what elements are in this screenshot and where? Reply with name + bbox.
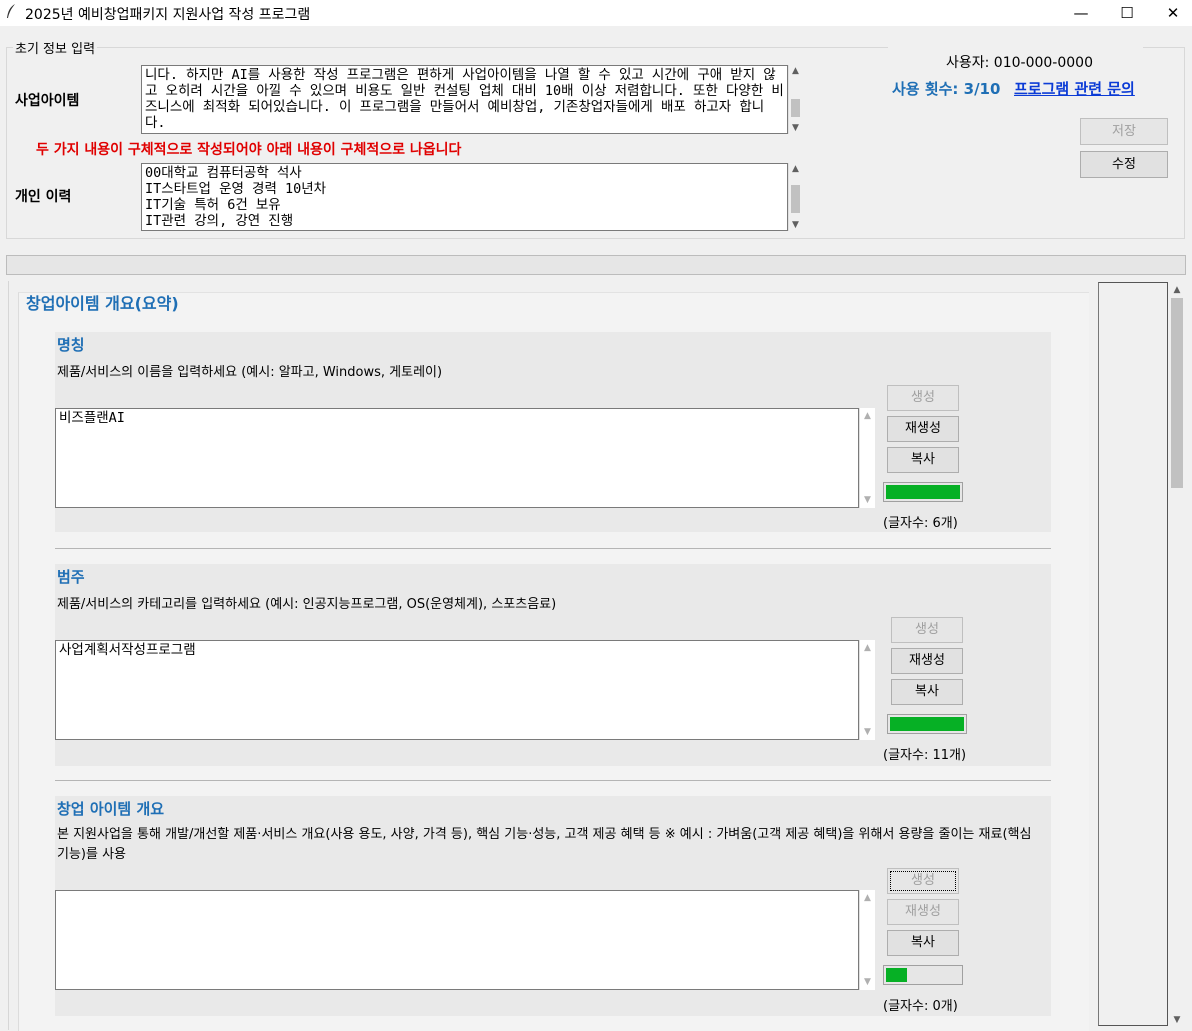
resume-text: 00대학교 컴퓨터공학 석사 IT스타트업 운영 경력 10년차 IT기술 특허… [145, 165, 327, 229]
close-button[interactable]: ✕ [1150, 0, 1192, 26]
window-title: 2025년 예비창업패키지 지원사업 작성 프로그램 [25, 7, 311, 23]
card-overview-textarea[interactable] [55, 890, 859, 990]
card-category-generate-button[interactable]: 생성 [891, 617, 963, 643]
scroll-down-arrow-icon[interactable]: ▼ [860, 976, 875, 988]
scroll-up-arrow-icon[interactable]: ▲ [860, 410, 875, 422]
business-item-textarea[interactable]: 니다. 하지만 AI를 사용한 작성 프로그램은 편하게 사업아이템을 나열 할… [141, 65, 788, 134]
card-category-desc: 제품/서비스의 카테고리를 입력하세요 (예시: 인공지능프로그램, OS(운영… [57, 597, 557, 612]
maximize-button[interactable]: ☐ [1104, 0, 1150, 26]
card-name-scrollbar[interactable]: ▲ ▼ [859, 408, 875, 508]
scroll-up-arrow-icon[interactable]: ▲ [789, 163, 802, 175]
business-item-text: 니다. 하지만 AI를 사용한 작성 프로그램은 편하게 사업아이템을 나열 할… [145, 67, 784, 131]
minimize-button[interactable]: — [1058, 0, 1104, 26]
progress-strip [6, 255, 1186, 275]
card-name-desc: 제품/서비스의 이름을 입력하세요 (예시: 알파고, Windows, 게토레… [57, 365, 443, 380]
resume-scrollbar[interactable]: ▲ ▼ [788, 163, 802, 231]
divider [55, 780, 1051, 781]
scroll-up-arrow-icon[interactable]: ▲ [789, 65, 802, 77]
scroll-up-arrow-icon[interactable]: ▲ [1168, 284, 1186, 296]
resume-textarea[interactable]: 00대학교 컴퓨터공학 석사 IT스타트업 운영 경력 10년차 IT기술 특허… [141, 163, 788, 231]
resume-label: 개인 이력 [15, 189, 72, 205]
card-overview-progress-fill [886, 968, 907, 982]
card-category-title: 범주 [57, 568, 85, 586]
scroll-down-arrow-icon[interactable]: ▼ [789, 219, 802, 231]
scroll-up-arrow-icon[interactable]: ▲ [860, 892, 875, 904]
card-overview-scrollbar[interactable]: ▲ ▼ [859, 890, 875, 990]
card-name-progress [883, 482, 963, 502]
business-item-scrollbar[interactable]: ▲ ▼ [788, 65, 802, 134]
feather-icon [6, 3, 16, 23]
group-legend: 초기 정보 입력 [13, 38, 98, 57]
card-category-progress-fill [890, 717, 964, 731]
scroll-down-arrow-icon[interactable]: ▼ [860, 726, 875, 738]
card-category-progress [887, 714, 967, 734]
edit-button[interactable]: 수정 [1080, 151, 1168, 178]
scroll-thumb[interactable] [1171, 298, 1183, 488]
card-category-regenerate-button[interactable]: 재생성 [891, 648, 963, 674]
card-category-text: 사업계획서작성프로그램 [59, 642, 196, 658]
card-overview-generate-button[interactable]: 생성 [887, 868, 959, 894]
card-name-regenerate-button[interactable]: 재생성 [887, 416, 959, 442]
card-category-copy-button[interactable]: 복사 [891, 679, 963, 705]
scroll-down-arrow-icon[interactable]: ▼ [789, 122, 802, 134]
card-overview-regenerate-button[interactable]: 재생성 [887, 899, 959, 925]
title-bar: 2025년 예비창업패키지 지원사업 작성 프로그램 — ☐ ✕ [0, 0, 1192, 26]
divider [55, 548, 1051, 549]
card-overview-copy-button[interactable]: 복사 [887, 930, 959, 956]
main-scrollbar[interactable]: ▲ ▼ [1168, 282, 1186, 1028]
card-overview-count: (글자수: 0개) [883, 999, 958, 1014]
card-name-copy-button[interactable]: 복사 [887, 447, 959, 473]
scroll-thumb[interactable] [791, 99, 800, 117]
scroll-thumb[interactable] [791, 185, 800, 213]
card-category-scrollbar[interactable]: ▲ ▼ [859, 640, 875, 740]
save-button[interactable]: 저장 [1080, 118, 1168, 145]
card-overview-text [56, 891, 858, 893]
section-title: 창업아이템 개요(요약) [26, 294, 179, 313]
user-phone: 사용자: 010-000-0000 [946, 55, 1093, 71]
inquiry-link[interactable]: 프로그램 관련 문의 [1014, 78, 1135, 99]
card-overview-desc: 본 지원사업을 통해 개발/개선할 제품·서비스 개요(사용 용도, 사양, 가… [57, 827, 1032, 862]
card-name-title: 명칭 [57, 336, 85, 354]
card-name-text: 비즈플랜AI [59, 410, 125, 426]
card-name-generate-button[interactable]: 생성 [887, 385, 959, 411]
warning-text: 두 가지 내용이 구체적으로 작성되어야 아래 내용이 구체적으로 나옵니다 [36, 142, 462, 158]
usage-count: 사용 횟수: 3/10 [892, 80, 1001, 98]
business-item-label: 사업아이템 [15, 93, 80, 109]
outer-scroll-frame [1098, 282, 1168, 1026]
scroll-up-arrow-icon[interactable]: ▲ [860, 642, 875, 654]
scroll-down-arrow-icon[interactable]: ▼ [860, 494, 875, 506]
card-name-progress-fill [886, 485, 960, 499]
card-overview-title: 창업 아이템 개요 [57, 800, 165, 818]
card-overview-progress [883, 965, 963, 985]
scroll-down-arrow-icon[interactable]: ▼ [1168, 1014, 1186, 1026]
card-name-count: (글자수: 6개) [883, 516, 958, 531]
card-category-textarea[interactable]: 사업계획서작성프로그램 [55, 640, 859, 740]
card-category-count: (글자수: 11개) [883, 748, 967, 763]
card-name-textarea[interactable]: 비즈플랜AI [55, 408, 859, 508]
